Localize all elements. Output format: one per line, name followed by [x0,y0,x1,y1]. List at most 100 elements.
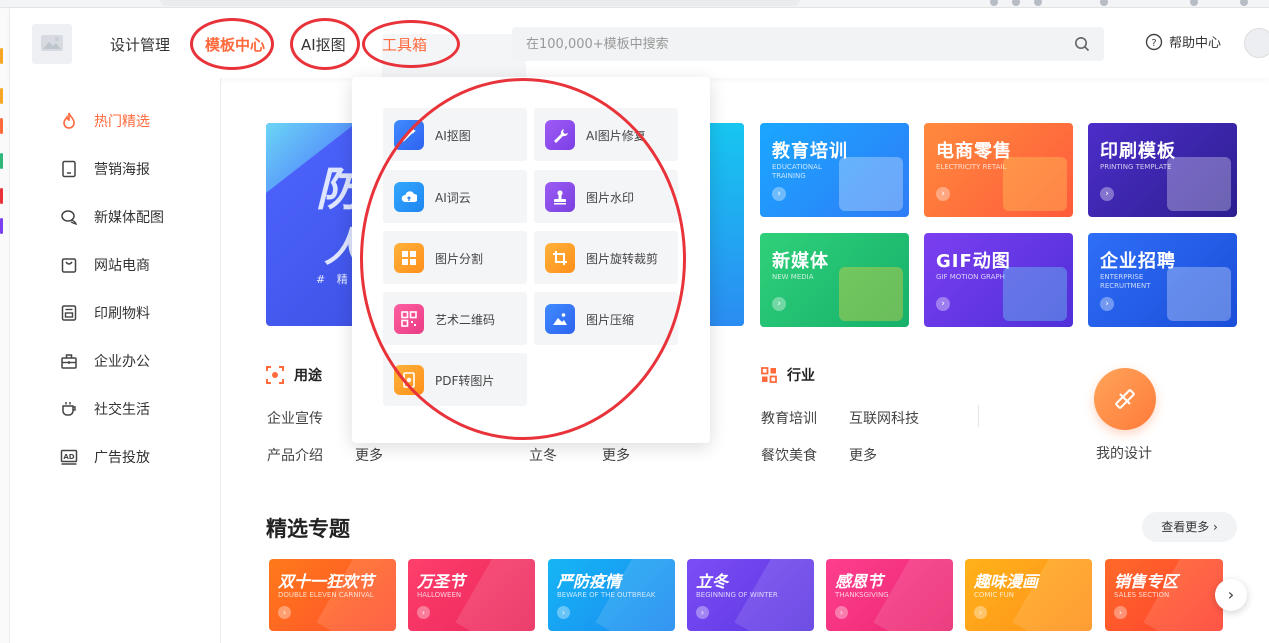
arrow-right-icon[interactable]: › [1100,297,1114,311]
topic-subtitle: HALLOWEEN [417,591,462,599]
briefcase-icon [61,354,77,369]
topic-title: 立冬 [696,572,729,591]
arrow-right-icon[interactable]: › [417,606,430,619]
sidebar-item-ecommerce[interactable]: 网站电商 [60,253,150,277]
view-more-button[interactable]: 查看更多 › [1142,512,1237,542]
topic-title: 销售专区 [1114,572,1179,591]
banner-decoration [710,123,744,326]
arrow-right-icon[interactable]: › [936,297,950,311]
divider [978,405,979,427]
sidebar-item-poster[interactable]: 营销海报 [60,157,150,181]
category-illustration [1003,267,1067,321]
sidebar-item-hot[interactable]: 热门精选 [60,109,150,133]
industry-link[interactable]: 教育培训 [761,408,817,428]
site-logo[interactable] [32,24,72,64]
arrow-right-icon[interactable]: › [1100,187,1114,201]
chat-bubbles-icon [61,210,78,226]
arrow-right-icon[interactable]: › [772,297,786,311]
my-design-button[interactable] [1094,368,1156,430]
category-card-recruitment[interactable]: 企业招聘 ENTERPRISE RECRUITMENT › [1088,233,1237,327]
featured-topics-title: 精选专题 [266,517,350,541]
help-center-link[interactable]: ? 帮助中心 [1145,32,1221,51]
sidebar-item-new-media[interactable]: 新媒体配图 [60,205,164,229]
search-input[interactable] [526,27,1066,61]
sidebar-item-label: 热门精选 [94,114,150,130]
svg-text:?: ? [1151,38,1156,49]
my-design-label[interactable]: 我的设计 [1096,443,1152,463]
topic-title: 双十一狂欢节 [278,572,375,591]
category-card-education[interactable]: 教育培训 EDUCATIONAL TRAINING › [760,123,909,217]
search-icon[interactable] [1074,36,1090,52]
category-sidebar: 热门精选 营销海报 新媒体配图 网站电商 印刷物料 企业办公 社交生活 AD 广… [10,78,221,643]
category-illustration [1003,157,1067,211]
annotation-circle [190,18,274,70]
arrow-right-icon[interactable]: › [557,606,570,619]
nav-design-management[interactable]: 设计管理 [110,34,170,55]
printer-icon [61,305,77,321]
arrow-right-icon[interactable]: › [772,187,786,201]
topic-subtitle: BEWARE OF THE OUTBREAK [557,591,656,599]
template-search [512,27,1104,61]
usage-link[interactable]: 产品介绍 [267,445,323,465]
sidebar-item-label: 营销海报 [94,162,150,178]
extension-icon[interactable] [990,0,998,6]
category-card-new-media[interactable]: 新媒体 NEW MEDIA › [760,233,909,327]
sidebar-item-label: 网站电商 [94,258,150,274]
sidebar-item-label: 新媒体配图 [94,210,164,226]
extension-icon[interactable] [1034,0,1042,6]
topic-card[interactable]: 严防疫情 BEWARE OF THE OUTBREAK › [548,559,675,631]
sidebar-item-print[interactable]: 印刷物料 [60,301,150,325]
topic-title: 严防疫情 [557,572,622,591]
category-illustration [839,157,903,211]
category-illustration [839,267,903,321]
usage-link[interactable]: 企业宣传 [267,408,323,428]
industry-link[interactable]: 餐饮美食 [761,445,817,465]
pencil-ruler-icon [1115,389,1135,409]
menu-icon[interactable] [1240,0,1248,6]
category-illustration [1167,157,1231,211]
topic-subtitle: DOUBLE ELEVEN CARNIVAL [278,591,374,599]
grid-icon [761,367,777,383]
svg-text:AD: AD [63,453,74,461]
arrow-right-icon[interactable]: › [835,606,848,619]
topic-card[interactable]: 双十一狂欢节 DOUBLE ELEVEN CARNIVAL › [269,559,396,631]
address-bar[interactable] [160,0,800,6]
carousel-next-button[interactable]: › [1215,579,1247,611]
tablet-icon [62,160,76,178]
category-title: 企业招聘 [1100,251,1176,272]
arrow-right-icon[interactable]: › [974,606,987,619]
topic-card[interactable]: 销售专区 SALES SECTION › [1105,559,1223,631]
category-title: GIF动图 [936,251,1011,272]
browser-toolbar [0,0,1269,8]
avatar[interactable] [1244,28,1269,58]
arrow-right-icon[interactable]: › [936,187,950,201]
help-center-label: 帮助中心 [1169,36,1222,51]
topic-card[interactable]: 万圣节 HALLOWEEN › [408,559,535,631]
bookmark-strip [0,8,10,643]
annotation-circle [360,78,686,440]
cup-icon [62,402,76,416]
topic-card[interactable]: 感恩节 THANKSGIVING › [826,559,953,631]
industry-link[interactable]: 互联网科技 [849,408,919,428]
topic-card[interactable]: 立冬 BEGINNING OF WINTER › [687,559,814,631]
industry-title-text: 行业 [787,368,815,384]
topic-title: 感恩节 [835,572,884,591]
extension-icon[interactable] [1190,0,1198,6]
topic-card[interactable]: 趣味漫画 COMIC FUN › [965,559,1092,631]
festival-more-link[interactable]: 更多 [602,445,630,465]
arrow-right-icon[interactable]: › [278,606,291,619]
category-card-print[interactable]: 印刷模板 PRINTING TEMPLATE › [1088,123,1237,217]
sidebar-item-social[interactable]: 社交生活 [60,397,150,421]
sidebar-item-ads[interactable]: AD 广告投放 [60,445,150,469]
arrow-right-icon[interactable]: › [696,606,709,619]
extension-icon[interactable] [1012,0,1020,6]
usage-more-link[interactable]: 更多 [355,445,383,465]
sidebar-item-office[interactable]: 企业办公 [60,349,150,373]
festival-link[interactable]: 立冬 [529,445,557,465]
industry-more-link[interactable]: 更多 [849,445,877,465]
category-card-ecommerce[interactable]: 电商零售 ELECTRICITY RETAIL › [924,123,1073,217]
arrow-right-icon[interactable]: › [1114,606,1127,619]
annotation-circle [362,20,460,68]
category-card-gif[interactable]: GIF动图 GIF MOTION GRAPH › [924,233,1073,327]
extension-icon[interactable] [1100,0,1108,6]
